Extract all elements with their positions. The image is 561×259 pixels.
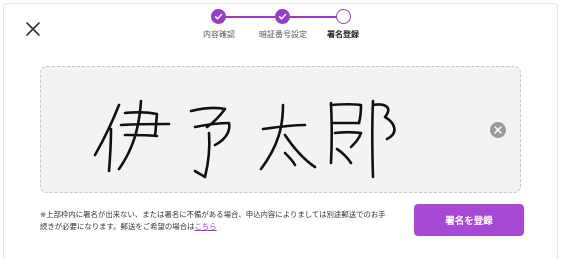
mail-procedure-link[interactable]: こちら bbox=[194, 222, 216, 231]
step-1-label: 内容確認 bbox=[203, 30, 235, 39]
step-1-indicator bbox=[211, 9, 226, 24]
signature-pad[interactable] bbox=[40, 66, 521, 193]
step-connector-2 bbox=[290, 16, 336, 18]
step-connector-1 bbox=[226, 16, 275, 18]
handwritten-signature bbox=[93, 99, 396, 179]
step-2-label: 暗証番号設定 bbox=[259, 30, 307, 39]
step-3-label: 署名登録 bbox=[327, 30, 359, 39]
clear-signature-button[interactable] bbox=[490, 122, 506, 138]
check-icon bbox=[214, 13, 223, 20]
register-signature-button[interactable]: 署名を登録 bbox=[414, 204, 524, 236]
step-3-indicator bbox=[336, 9, 351, 24]
progress-stepper: 内容確認 暗証番号設定 署名登録 bbox=[0, 9, 561, 43]
clear-x-icon bbox=[494, 126, 502, 134]
check-icon bbox=[278, 13, 287, 20]
step-2-indicator bbox=[275, 9, 290, 24]
notice-text: ※上部枠内に署名が出来ない、または署名に不備がある場合、申込内容によりましては別… bbox=[40, 209, 390, 233]
